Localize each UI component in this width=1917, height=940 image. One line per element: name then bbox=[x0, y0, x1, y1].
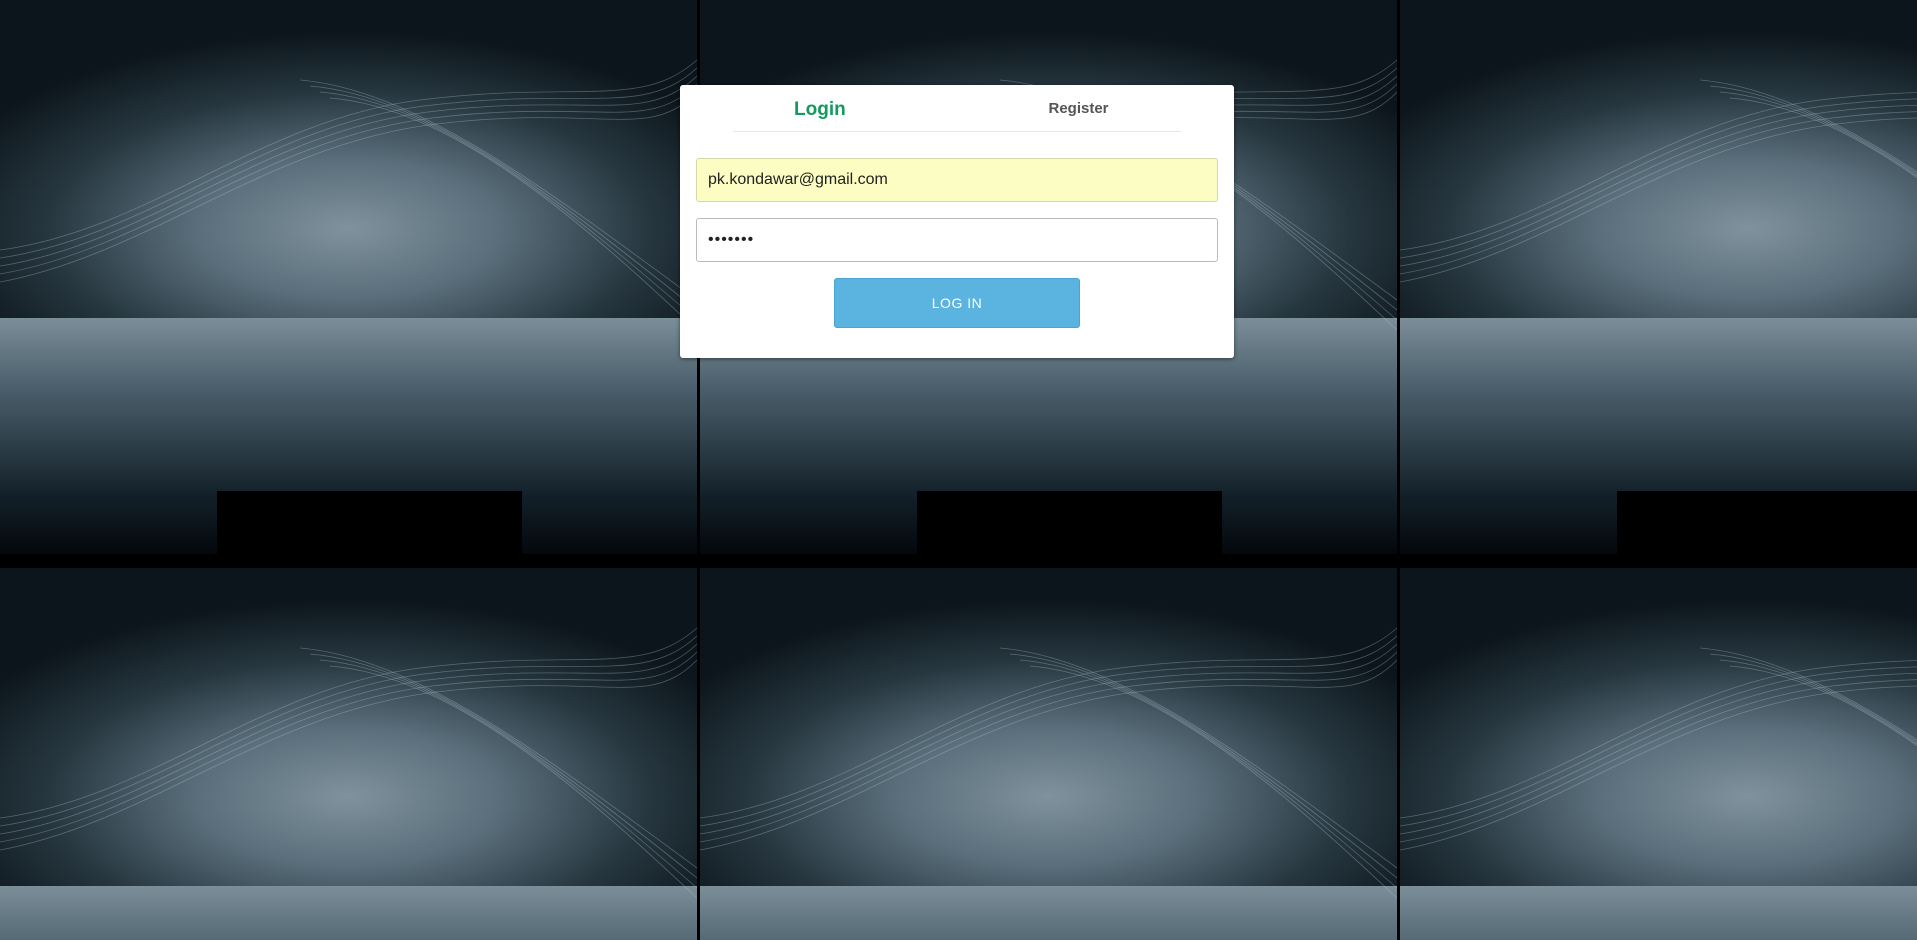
login-card: Login Register LOG IN bbox=[680, 85, 1234, 358]
tab-register[interactable]: Register bbox=[927, 85, 1182, 131]
email-field[interactable] bbox=[696, 158, 1218, 202]
auth-tabs: Login Register bbox=[733, 85, 1181, 132]
password-field[interactable] bbox=[696, 218, 1218, 262]
tab-login[interactable]: Login bbox=[733, 85, 927, 131]
login-button[interactable]: LOG IN bbox=[834, 278, 1080, 328]
